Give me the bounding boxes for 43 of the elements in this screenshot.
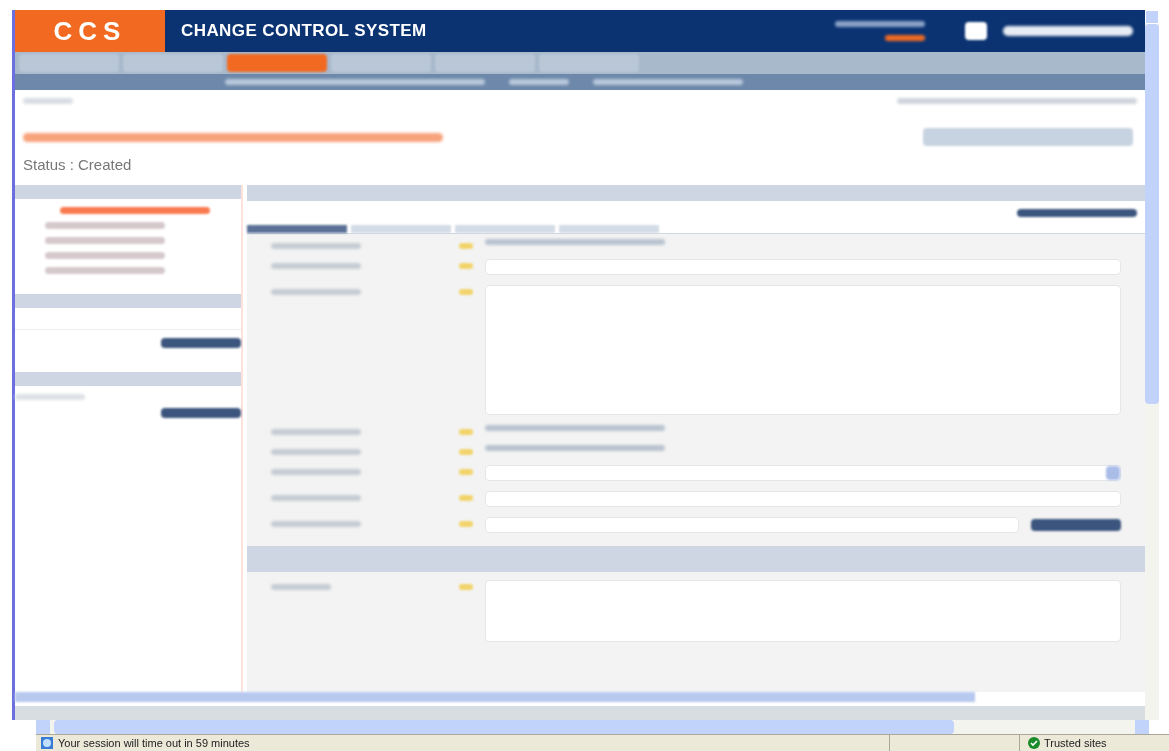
required-marker-icon	[459, 494, 473, 501]
check-icon	[1028, 737, 1040, 749]
required-marker-icon	[459, 468, 473, 475]
tree-item[interactable]	[45, 236, 165, 244]
required-marker-icon	[459, 448, 473, 455]
tree-item[interactable]	[45, 221, 165, 229]
inner-scrollbar[interactable]	[15, 692, 975, 702]
vertical-scrollbar[interactable]	[1145, 10, 1159, 720]
nav-tab[interactable]	[227, 54, 327, 72]
input-field[interactable]	[485, 516, 1019, 533]
required-marker-icon	[459, 583, 473, 590]
required-marker-icon	[459, 262, 473, 269]
page-icon	[40, 736, 54, 750]
app-title: CHANGE CONTROL SYSTEM	[181, 20, 428, 43]
security-zone: Trusted sites	[1044, 735, 1107, 751]
action-button[interactable]	[1017, 208, 1137, 217]
lookup-button[interactable]	[1031, 518, 1121, 531]
form-tab[interactable]	[247, 224, 347, 233]
required-marker-icon	[459, 428, 473, 435]
blurred-text	[885, 35, 925, 41]
text-area[interactable]	[485, 284, 1121, 415]
blurred-text	[15, 393, 85, 400]
input-field[interactable]	[485, 258, 1121, 275]
go-button[interactable]	[161, 337, 241, 348]
status-message: Your session will time out in 59 minutes	[58, 735, 251, 751]
required-marker-icon	[459, 520, 473, 527]
required-marker-icon	[459, 242, 473, 249]
logo: CCS	[15, 10, 165, 52]
required-marker-icon	[459, 288, 473, 295]
horizontal-scrollbar[interactable]	[36, 720, 1149, 734]
blurred-text	[271, 583, 331, 590]
company-logo-icon	[965, 22, 987, 40]
tree-item[interactable]	[60, 206, 210, 214]
dropdown-field[interactable]	[485, 464, 1121, 481]
page-status: Status : Created	[22, 155, 133, 175]
go-button[interactable]	[161, 407, 241, 418]
toolbar-button[interactable]	[923, 128, 1133, 146]
tree-item[interactable]	[45, 251, 165, 259]
text-area[interactable]	[485, 579, 1121, 642]
input-field[interactable]	[485, 490, 1121, 507]
blurred-text	[23, 98, 73, 104]
blurred-text	[509, 79, 569, 85]
tree-item[interactable]	[45, 266, 165, 274]
